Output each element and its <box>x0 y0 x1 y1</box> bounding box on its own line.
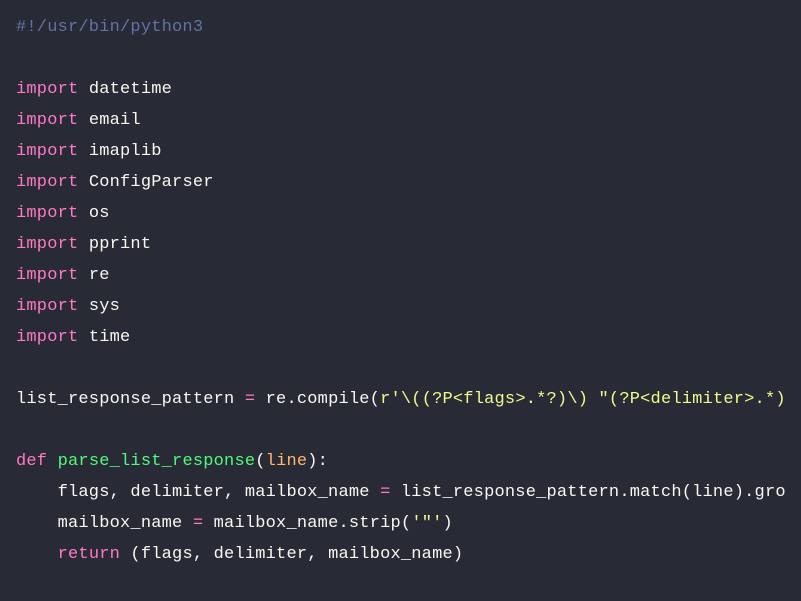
identifier: gro <box>755 483 786 502</box>
module-email: email <box>78 111 140 130</box>
keyword-import: import <box>16 297 78 316</box>
identifier: mailbox_name <box>16 514 193 533</box>
module-time: time <box>78 328 130 347</box>
module-sys: sys <box>78 297 120 316</box>
module-imaplib: imaplib <box>78 142 161 161</box>
module-pprint: pprint <box>78 235 151 254</box>
keyword-import: import <box>16 142 78 161</box>
keyword-import: import <box>16 235 78 254</box>
call-compile: compile( <box>297 390 380 409</box>
keyword-import: import <box>16 80 78 99</box>
keyword-def: def <box>16 452 47 471</box>
module-os: os <box>78 204 109 223</box>
identifier: list_response_pattern <box>16 390 245 409</box>
string-literal: '"' <box>411 514 442 533</box>
keyword-import: import <box>16 328 78 347</box>
module-datetime: datetime <box>78 80 172 99</box>
operator-equals: = <box>193 514 203 533</box>
space <box>47 452 57 471</box>
identifier: mailbox_name <box>203 514 338 533</box>
indent <box>16 545 58 564</box>
shebang-line: #!/usr/bin/python3 <box>16 18 203 37</box>
call-match: match(line) <box>630 483 744 502</box>
dot: . <box>338 514 348 533</box>
operator-equals: = <box>380 483 390 502</box>
keyword-import: import <box>16 204 78 223</box>
identifier: list_response_pattern <box>390 483 619 502</box>
function-name: parse_list_response <box>58 452 256 471</box>
keyword-import: import <box>16 111 78 130</box>
module-re: re <box>78 266 109 285</box>
call-strip: strip( <box>349 514 411 533</box>
return-value: (flags, delimiter, mailbox_name) <box>120 545 463 564</box>
paren-close: ) <box>443 514 453 533</box>
identifier: flags, delimiter, mailbox_name <box>16 483 380 502</box>
dot: . <box>744 483 754 502</box>
string-literal: r'\((?P<flags>.*?)\) "(?P<delimiter>.*) <box>380 390 786 409</box>
code-block: #!/usr/bin/python3 import datetime impor… <box>0 0 801 582</box>
operator-equals: = <box>245 390 255 409</box>
paren-open: ( <box>255 452 265 471</box>
param-line: line <box>266 452 308 471</box>
keyword-return: return <box>58 545 120 564</box>
paren-close: ): <box>307 452 328 471</box>
dot: . <box>286 390 296 409</box>
module-configparser: ConfigParser <box>78 173 213 192</box>
dot: . <box>619 483 629 502</box>
keyword-import: import <box>16 173 78 192</box>
keyword-import: import <box>16 266 78 285</box>
identifier: re <box>255 390 286 409</box>
